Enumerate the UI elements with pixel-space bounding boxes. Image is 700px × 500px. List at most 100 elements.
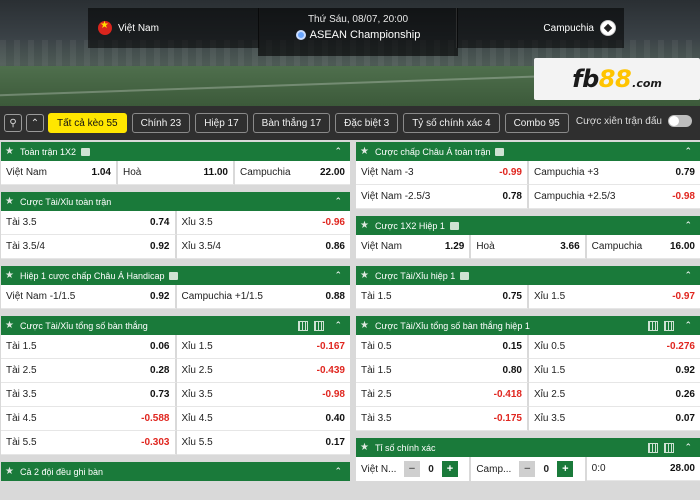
list-view-icon[interactable] (664, 320, 675, 331)
star-icon[interactable]: ★ (360, 320, 369, 331)
odds-cell[interactable]: Xỉu 3.5 0.07 (529, 407, 700, 431)
star-icon[interactable]: ★ (360, 220, 369, 231)
stats-icon[interactable] (460, 271, 470, 280)
market-full-over-under: ★ Cược Tài/Xỉu toàn trận ⌃ Tài 3.5 0.74 X… (1, 192, 350, 259)
odds-cell[interactable]: Tài 5.5 -0.303 (1, 431, 177, 455)
odds-cell[interactable]: Tài 3.5/4 0.92 (1, 235, 177, 259)
left-column: ★ Toàn trận 1X2 ⌃ Việt Nam 1.04 Hoà 11.00 … (1, 142, 350, 488)
market-header[interactable]: ★ Tỉ số chính xác ⌃ (356, 438, 700, 457)
star-icon[interactable]: ★ (5, 146, 14, 157)
odds-cell[interactable]: Xỉu 2.5 0.26 (529, 383, 700, 407)
odds-cell[interactable]: Tài 3.5 0.73 (1, 383, 177, 407)
chevron-up-icon[interactable]: ⌃ (334, 196, 342, 207)
market-header[interactable]: ★ Cược Tài/Xỉu toàn trận ⌃ (1, 192, 350, 211)
market-header[interactable]: ★ Cược chấp Châu Á toàn trận ⌃ (356, 142, 700, 161)
odds-cell[interactable]: Hoà 11.00 (118, 161, 235, 185)
odds-cell[interactable]: Xỉu 5.5 0.17 (176, 431, 350, 455)
tab-half[interactable]: Hiệp 17 (195, 113, 248, 133)
market-header[interactable]: ★ Hiệp 1 cược chấp Châu Á Handicap ⌃ (1, 266, 350, 285)
odds-cell[interactable]: Tài 2.5 0.28 (1, 359, 177, 383)
star-icon[interactable]: ★ (360, 146, 369, 157)
odds-cell[interactable]: Xỉu 1.5 0.92 (529, 359, 700, 383)
odds-row: Tài 1.5 0.06 Xỉu 1.5 -0.167 (1, 335, 350, 359)
star-icon[interactable]: ★ (5, 196, 14, 207)
stats-icon[interactable] (169, 271, 179, 280)
parlay-toggle[interactable] (668, 115, 692, 127)
stats-icon[interactable] (81, 147, 91, 156)
chevron-up-icon[interactable]: ⌃ (334, 146, 342, 157)
minus-icon[interactable]: − (404, 461, 420, 477)
plus-icon[interactable]: + (557, 461, 574, 477)
list-view-icon[interactable] (314, 320, 325, 331)
odds-cell[interactable]: Campuchia 16.00 (586, 235, 700, 259)
star-icon[interactable]: ★ (5, 270, 14, 281)
chevron-up-icon[interactable]: ⌃ (334, 466, 342, 477)
away-team: Campuchia (456, 8, 624, 48)
grid-view-icon[interactable] (648, 442, 659, 453)
odds-cell[interactable]: Xỉu 1.5 -0.167 (176, 335, 350, 359)
odds-cell[interactable]: Campuchia 22.00 (235, 161, 350, 185)
list-view-icon[interactable] (664, 442, 675, 453)
chevron-up-icon[interactable]: ⌃ (684, 442, 692, 453)
market-header[interactable]: ★ Cả 2 đội đều ghi bàn ⌃ (1, 462, 350, 481)
odds-cell[interactable]: Xỉu 2.5 -0.439 (176, 359, 350, 383)
chevron-up-icon[interactable]: ⌃ (684, 220, 692, 231)
search-icon[interactable]: ⚲ (4, 114, 22, 132)
minus-icon[interactable]: − (519, 461, 536, 477)
stats-icon[interactable] (495, 147, 505, 156)
market-header[interactable]: ★ Cược Tài/Xỉu tổng số bàn thắng hiệp 1 … (356, 316, 700, 335)
odds-cell[interactable]: 0:0 28.00 (586, 457, 700, 481)
chevron-up-icon[interactable]: ⌃ (684, 320, 692, 331)
tab-special[interactable]: Đặc biệt 3 (335, 113, 399, 133)
odds-cell[interactable]: Việt Nam 1.04 (1, 161, 118, 185)
odds-cell[interactable]: Campuchia +1/1.5 0.88 (176, 285, 350, 309)
odds-cell[interactable]: Campuchia +2.5/3 -0.98 (529, 185, 700, 209)
chevron-up-icon[interactable]: ⌃ (334, 270, 342, 281)
star-icon[interactable]: ★ (360, 270, 369, 281)
market-header[interactable]: ★ Cược 1X2 Hiệp 1 ⌃ (356, 216, 700, 235)
plus-icon[interactable]: + (442, 461, 458, 477)
tab-main[interactable]: Chính 23 (131, 113, 191, 133)
odds-row: Việt Nam 1.04 Hoà 11.00 Campuchia 22.00 (1, 161, 350, 185)
odds-cell[interactable]: Việt Nam -3 -0.99 (356, 161, 529, 185)
chevron-up-icon[interactable]: ⌃ (684, 270, 692, 281)
market-title: Cược Tài/Xỉu hiệp 1 (374, 270, 456, 281)
odds-cell[interactable]: Xỉu 0.5 -0.276 (529, 335, 700, 359)
collapse-all-icon[interactable]: ⌃ (26, 114, 44, 132)
tab-correct-score[interactable]: Tỷ số chính xác 4 (403, 113, 500, 133)
star-icon[interactable]: ★ (5, 466, 14, 477)
odds-cell[interactable]: Việt Nam -2.5/3 0.78 (356, 185, 529, 209)
odds-cell[interactable]: Xỉu 3.5 -0.98 (176, 383, 350, 407)
market-tabs: ⚲ ⌃ Tất cả kèo 55 Chính 23 Hiệp 17 Bàn t… (0, 106, 700, 140)
grid-view-icon[interactable] (298, 320, 309, 331)
odds-cell[interactable]: Campuchia +3 0.79 (529, 161, 700, 185)
odds-cell[interactable]: Xỉu 3.5 -0.96 (176, 211, 350, 235)
market-header[interactable]: ★ Cược Tài/Xỉu tổng số bàn thắng ⌃ (1, 316, 350, 335)
grid-view-icon[interactable] (648, 320, 659, 331)
odds-cell[interactable]: Hoà 3.66 (471, 235, 587, 259)
market-header[interactable]: ★ Toàn trận 1X2 ⌃ (1, 142, 350, 161)
market-full-1x2: ★ Toàn trận 1X2 ⌃ Việt Nam 1.04 Hoà 11.00 … (1, 142, 350, 185)
odds-cell[interactable]: Việt Nam 1.29 (356, 235, 472, 259)
odds-cell[interactable]: Tài 0.5 0.15 (356, 335, 529, 359)
chevron-up-icon[interactable]: ⌃ (334, 320, 342, 331)
market-header[interactable]: ★ Cược Tài/Xỉu hiệp 1 ⌃ (356, 266, 700, 285)
odds-cell[interactable]: Xỉu 3.5/4 0.86 (176, 235, 350, 259)
odds-cell[interactable]: Tài 3.5 -0.175 (356, 407, 529, 431)
odds-cell[interactable]: Tài 4.5 -0.588 (1, 407, 177, 431)
chevron-up-icon[interactable]: ⌃ (684, 146, 692, 157)
stats-icon[interactable] (449, 221, 459, 230)
star-icon[interactable]: ★ (360, 442, 369, 453)
tab-all[interactable]: Tất cả kèo 55 (48, 113, 127, 133)
odds-cell[interactable]: Xỉu 4.5 0.40 (176, 407, 350, 431)
odds-cell[interactable]: Tài 1.5 0.80 (356, 359, 529, 383)
tab-combo[interactable]: Combo 95 (504, 113, 569, 133)
odds-cell[interactable]: Tài 3.5 0.74 (1, 211, 177, 235)
tab-goals[interactable]: Bàn thắng 17 (252, 113, 331, 133)
odds-cell[interactable]: Tài 1.5 0.75 (356, 285, 529, 309)
odds-cell[interactable]: Tài 2.5 -0.418 (356, 383, 529, 407)
odds-cell[interactable]: Tài 1.5 0.06 (1, 335, 177, 359)
odds-cell[interactable]: Việt Nam -1/1.5 0.92 (1, 285, 177, 309)
odds-cell[interactable]: Xỉu 1.5 -0.97 (529, 285, 700, 309)
star-icon[interactable]: ★ (5, 320, 14, 331)
